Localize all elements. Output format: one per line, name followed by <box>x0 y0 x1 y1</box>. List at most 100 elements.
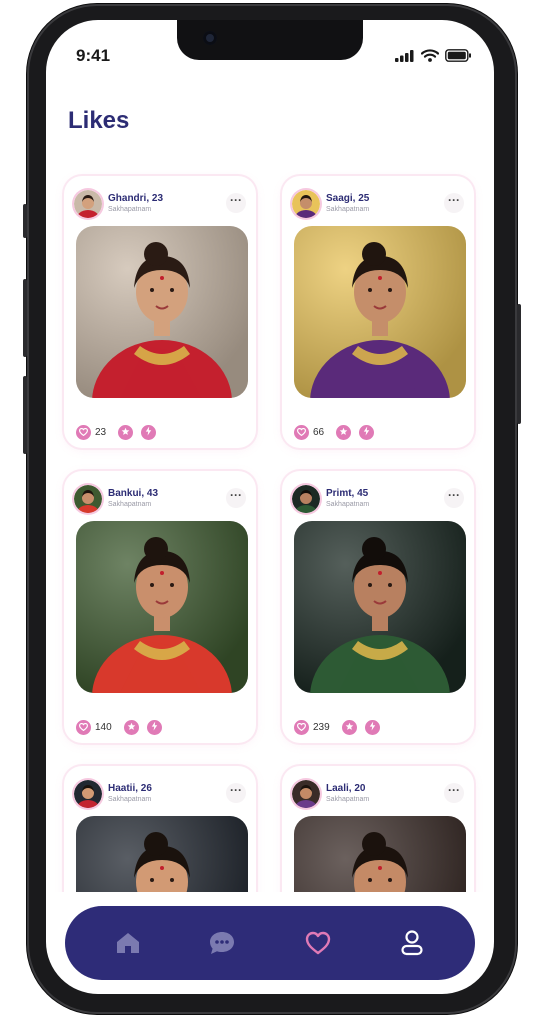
heart-icon <box>297 718 306 736</box>
more-options-button[interactable]: ··· <box>226 783 246 803</box>
bolt-icon <box>145 423 152 441</box>
profile-name: Bankui, 43 <box>108 488 159 499</box>
superlike-button[interactable] <box>123 718 139 736</box>
star-icon <box>121 423 130 441</box>
photo-illustration <box>294 521 466 693</box>
card-header: Ghandri, 23 Sakhapatnam ··· <box>74 188 246 220</box>
mute-switch <box>23 204 27 238</box>
profile-photo[interactable] <box>294 521 466 693</box>
star-icon <box>345 718 354 736</box>
status-icons <box>395 49 472 62</box>
boost-button[interactable] <box>364 718 380 736</box>
profile-location: Sakhapatnam <box>326 796 370 803</box>
profile-photo[interactable] <box>76 521 248 693</box>
profile-name: Primt, 45 <box>326 488 369 499</box>
bolt-icon <box>369 718 376 736</box>
profile-photo[interactable] <box>76 226 248 398</box>
profile-card[interactable]: Laali, 20 Sakhapatnam ··· <box>282 766 474 892</box>
nav-profile[interactable] <box>392 923 432 963</box>
nav-likes[interactable] <box>298 923 338 963</box>
card-actions: 239 <box>294 717 380 737</box>
superlike-button[interactable] <box>336 423 352 441</box>
photo-illustration <box>76 521 248 693</box>
more-options-button[interactable]: ··· <box>226 488 246 508</box>
more-dots-icon: ··· <box>448 193 460 207</box>
more-dots-icon: ··· <box>230 488 242 502</box>
photo-illustration <box>294 816 466 892</box>
notch <box>177 20 363 60</box>
star-icon <box>127 718 136 736</box>
volume-up-button <box>23 279 27 357</box>
page-title: Likes <box>68 107 130 134</box>
profile-name: Saagi, 25 <box>326 193 370 204</box>
heart-icon <box>305 931 331 955</box>
more-options-button[interactable]: ··· <box>444 193 464 213</box>
superlike-button[interactable] <box>118 423 134 441</box>
like-count: 239 <box>313 721 330 733</box>
bolt-icon <box>363 423 370 441</box>
profile-name: Laali, 20 <box>326 783 366 794</box>
signal-icon <box>395 49 414 62</box>
heart-icon <box>297 423 306 441</box>
home-icon <box>117 933 139 953</box>
profile-location: Sakhapatnam <box>326 206 370 213</box>
photo-illustration <box>76 816 248 892</box>
profile-photo[interactable] <box>294 226 466 398</box>
like-count: 66 <box>313 426 325 438</box>
heart-icon <box>79 423 88 441</box>
profile-location: Sakhapatnam <box>326 501 370 508</box>
star-icon <box>339 423 348 441</box>
profile-name: Haatii, 26 <box>108 783 152 794</box>
boost-button[interactable] <box>141 423 157 441</box>
profile-card[interactable]: Ghandri, 23 Sakhapatnam ··· 23 <box>64 176 256 448</box>
avatar[interactable] <box>292 190 320 218</box>
chat-icon <box>210 932 234 954</box>
card-header: Haatii, 26 Sakhapatnam ··· <box>74 778 246 810</box>
card-actions: 140 <box>76 717 162 737</box>
profile-icon <box>401 930 423 956</box>
photo-illustration <box>294 226 466 398</box>
likes-grid: Ghandri, 23 Sakhapatnam ··· 23 Saagi, 25… <box>46 170 494 892</box>
profile-card[interactable]: Primt, 45 Sakhapatnam ··· 239 <box>282 471 474 743</box>
like-button[interactable] <box>76 423 91 441</box>
more-options-button[interactable]: ··· <box>444 488 464 508</box>
card-header: Primt, 45 Sakhapatnam ··· <box>292 483 464 515</box>
avatar[interactable] <box>292 780 320 808</box>
more-dots-icon: ··· <box>448 488 460 502</box>
like-button[interactable] <box>294 718 309 736</box>
card-header: Laali, 20 Sakhapatnam ··· <box>292 778 464 810</box>
more-dots-icon: ··· <box>230 783 242 797</box>
avatar[interactable] <box>74 190 102 218</box>
more-dots-icon: ··· <box>230 193 242 207</box>
profile-name: Ghandri, 23 <box>108 193 164 204</box>
profile-photo[interactable] <box>294 816 466 892</box>
profile-card[interactable]: Saagi, 25 Sakhapatnam ··· 66 <box>282 176 474 448</box>
profile-photo[interactable] <box>76 816 248 892</box>
card-actions: 66 <box>294 422 375 442</box>
volume-down-button <box>23 376 27 454</box>
boost-button[interactable] <box>146 718 162 736</box>
boost-button[interactable] <box>359 423 375 441</box>
like-button[interactable] <box>294 423 309 441</box>
more-options-button[interactable]: ··· <box>444 783 464 803</box>
avatar[interactable] <box>74 485 102 513</box>
avatar[interactable] <box>74 780 102 808</box>
photo-illustration <box>76 226 248 398</box>
heart-icon <box>79 718 88 736</box>
profile-location: Sakhapatnam <box>108 796 152 803</box>
power-button <box>517 304 521 424</box>
profile-location: Sakhapatnam <box>108 501 152 508</box>
like-button[interactable] <box>76 718 91 736</box>
profile-card[interactable]: Bankui, 43 Sakhapatnam ··· 140 <box>64 471 256 743</box>
more-options-button[interactable]: ··· <box>226 193 246 213</box>
avatar[interactable] <box>292 485 320 513</box>
screen: 9:41 Likes Ghandri, 23 Sakhapatnam ··· 2… <box>46 20 494 994</box>
bolt-icon <box>151 718 158 736</box>
nav-chat[interactable] <box>202 923 242 963</box>
profile-card[interactable]: Haatii, 26 Sakhapatnam ··· <box>64 766 256 892</box>
superlike-button[interactable] <box>341 718 357 736</box>
like-count: 23 <box>95 426 107 438</box>
like-count: 140 <box>95 721 112 733</box>
card-actions: 23 <box>76 422 157 442</box>
nav-home[interactable] <box>108 923 148 963</box>
